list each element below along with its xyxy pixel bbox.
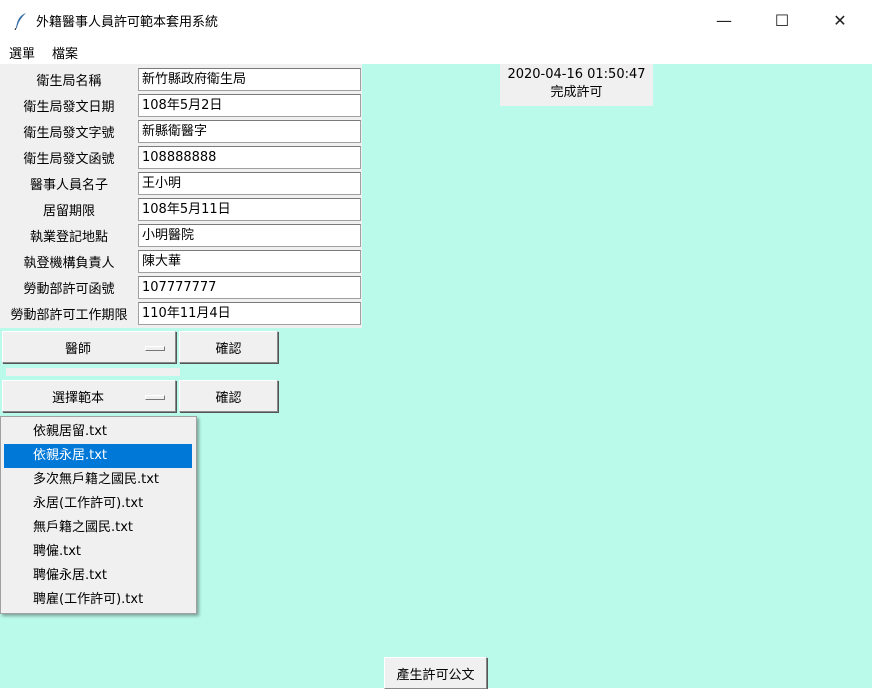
institution-head-input[interactable]: 陳大華 bbox=[138, 250, 361, 273]
profession-select-value: 醫師 bbox=[64, 341, 91, 357]
residence-deadline-input[interactable]: 108年5月11日 bbox=[138, 198, 361, 221]
template-option[interactable]: 永居(工作許可).txt bbox=[4, 492, 192, 516]
field-label: 衛生局發文函號 bbox=[23, 152, 115, 167]
field-label: 衛生局名稱 bbox=[36, 74, 102, 89]
minimize-icon: — bbox=[716, 10, 732, 30]
menu-item-file[interactable]: 檔案 bbox=[43, 43, 86, 62]
feather-icon bbox=[14, 12, 28, 31]
menu-item-select[interactable]: 選單 bbox=[0, 43, 43, 62]
document-number-input[interactable]: 108888888 bbox=[138, 146, 361, 169]
template-select[interactable]: 選擇範本 bbox=[2, 380, 176, 412]
field-row: 勞動部許可函號 107777777 bbox=[0, 274, 362, 300]
template-option[interactable]: 多次無戶籍之國民.txt bbox=[4, 468, 192, 492]
template-option[interactable]: 聘雇(工作許可).txt bbox=[4, 588, 192, 612]
profession-confirm-button[interactable]: 確認 bbox=[179, 331, 278, 363]
template-dropdown-menu: 依親居留.txt 依親永居.txt 多次無戶籍之國民.txt 永居(工作許可).… bbox=[0, 416, 197, 614]
field-row: 衛生局發文函號 108888888 bbox=[0, 144, 362, 170]
profession-select[interactable]: 醫師 bbox=[2, 331, 176, 363]
template-option[interactable]: 無戶籍之國民.txt bbox=[4, 516, 192, 540]
close-button[interactable]: ✕ bbox=[812, 0, 868, 40]
template-option-highlighted[interactable]: 依親永居.txt bbox=[4, 444, 192, 468]
dropdown-indicator-icon bbox=[145, 346, 165, 351]
field-row: 衛生局名稱 新竹縣政府衛生局 bbox=[0, 66, 362, 92]
field-label: 衛生局發文字號 bbox=[23, 126, 115, 141]
field-label: 衛生局發文日期 bbox=[23, 100, 115, 115]
status-panel: 2020-04-16 01:50:47 完成許可 bbox=[500, 64, 653, 106]
field-label: 勞動部許可函號 bbox=[23, 282, 115, 297]
status-message: 完成許可 bbox=[550, 85, 603, 100]
labor-permit-number-input[interactable]: 107777777 bbox=[138, 276, 361, 299]
practice-location-input[interactable]: 小明醫院 bbox=[138, 224, 361, 247]
client-area: 衛生局名稱 新竹縣政府衛生局 衛生局發文日期 108年5月2日 衛生局發文字號 … bbox=[0, 64, 872, 689]
issue-date-input[interactable]: 108年5月2日 bbox=[138, 94, 361, 117]
maximize-icon: ☐ bbox=[774, 10, 790, 30]
form-panel: 衛生局名稱 新竹縣政府衛生局 衛生局發文日期 108年5月2日 衛生局發文字號 … bbox=[0, 64, 362, 328]
minimize-button[interactable]: — bbox=[696, 0, 752, 40]
template-confirm-button[interactable]: 確認 bbox=[179, 380, 278, 412]
menu-bar: 選單 檔案 bbox=[0, 40, 872, 64]
status-timestamp: 2020-04-16 01:50:47 bbox=[507, 67, 646, 82]
labor-permit-period-input[interactable]: 110年11月4日 bbox=[138, 302, 361, 325]
field-row: 執業登記地點 小明醫院 bbox=[0, 222, 362, 248]
template-option[interactable]: 聘僱永居.txt bbox=[4, 564, 192, 588]
field-row: 衛生局發文字號 新縣衛醫字 bbox=[0, 118, 362, 144]
field-label: 醫事人員名子 bbox=[29, 178, 108, 193]
maximize-button[interactable]: ☐ bbox=[754, 0, 810, 40]
generate-permit-button[interactable]: 產生許可公文 bbox=[384, 657, 487, 689]
template-option[interactable]: 依親居留.txt bbox=[4, 420, 192, 444]
field-row: 衛生局發文日期 108年5月2日 bbox=[0, 92, 362, 118]
close-icon: ✕ bbox=[833, 10, 847, 30]
title-bar[interactable]: 外籍醫事人員許可範本套用系統 — ☐ ✕ bbox=[0, 0, 872, 40]
field-row: 勞動部許可工作期限 110年11月4日 bbox=[0, 300, 362, 326]
health-bureau-name-input[interactable]: 新竹縣政府衛生局 bbox=[138, 68, 361, 91]
template-select-value: 選擇範本 bbox=[51, 390, 104, 406]
field-row: 醫事人員名子 王小明 bbox=[0, 170, 362, 196]
divider bbox=[6, 368, 180, 376]
field-label: 勞動部許可工作期限 bbox=[10, 308, 128, 323]
document-word-input[interactable]: 新縣衛醫字 bbox=[138, 120, 361, 143]
window-title: 外籍醫事人員許可範本套用系統 bbox=[36, 15, 219, 30]
field-label: 執登機構負責人 bbox=[23, 256, 115, 271]
personnel-name-input[interactable]: 王小明 bbox=[138, 172, 361, 195]
field-label: 執業登記地點 bbox=[29, 230, 108, 245]
dropdown-indicator-icon bbox=[145, 395, 165, 400]
field-label: 居留期限 bbox=[42, 204, 95, 219]
field-row: 執登機構負責人 陳大華 bbox=[0, 248, 362, 274]
field-row: 居留期限 108年5月11日 bbox=[0, 196, 362, 222]
template-option[interactable]: 聘僱.txt bbox=[4, 540, 192, 564]
